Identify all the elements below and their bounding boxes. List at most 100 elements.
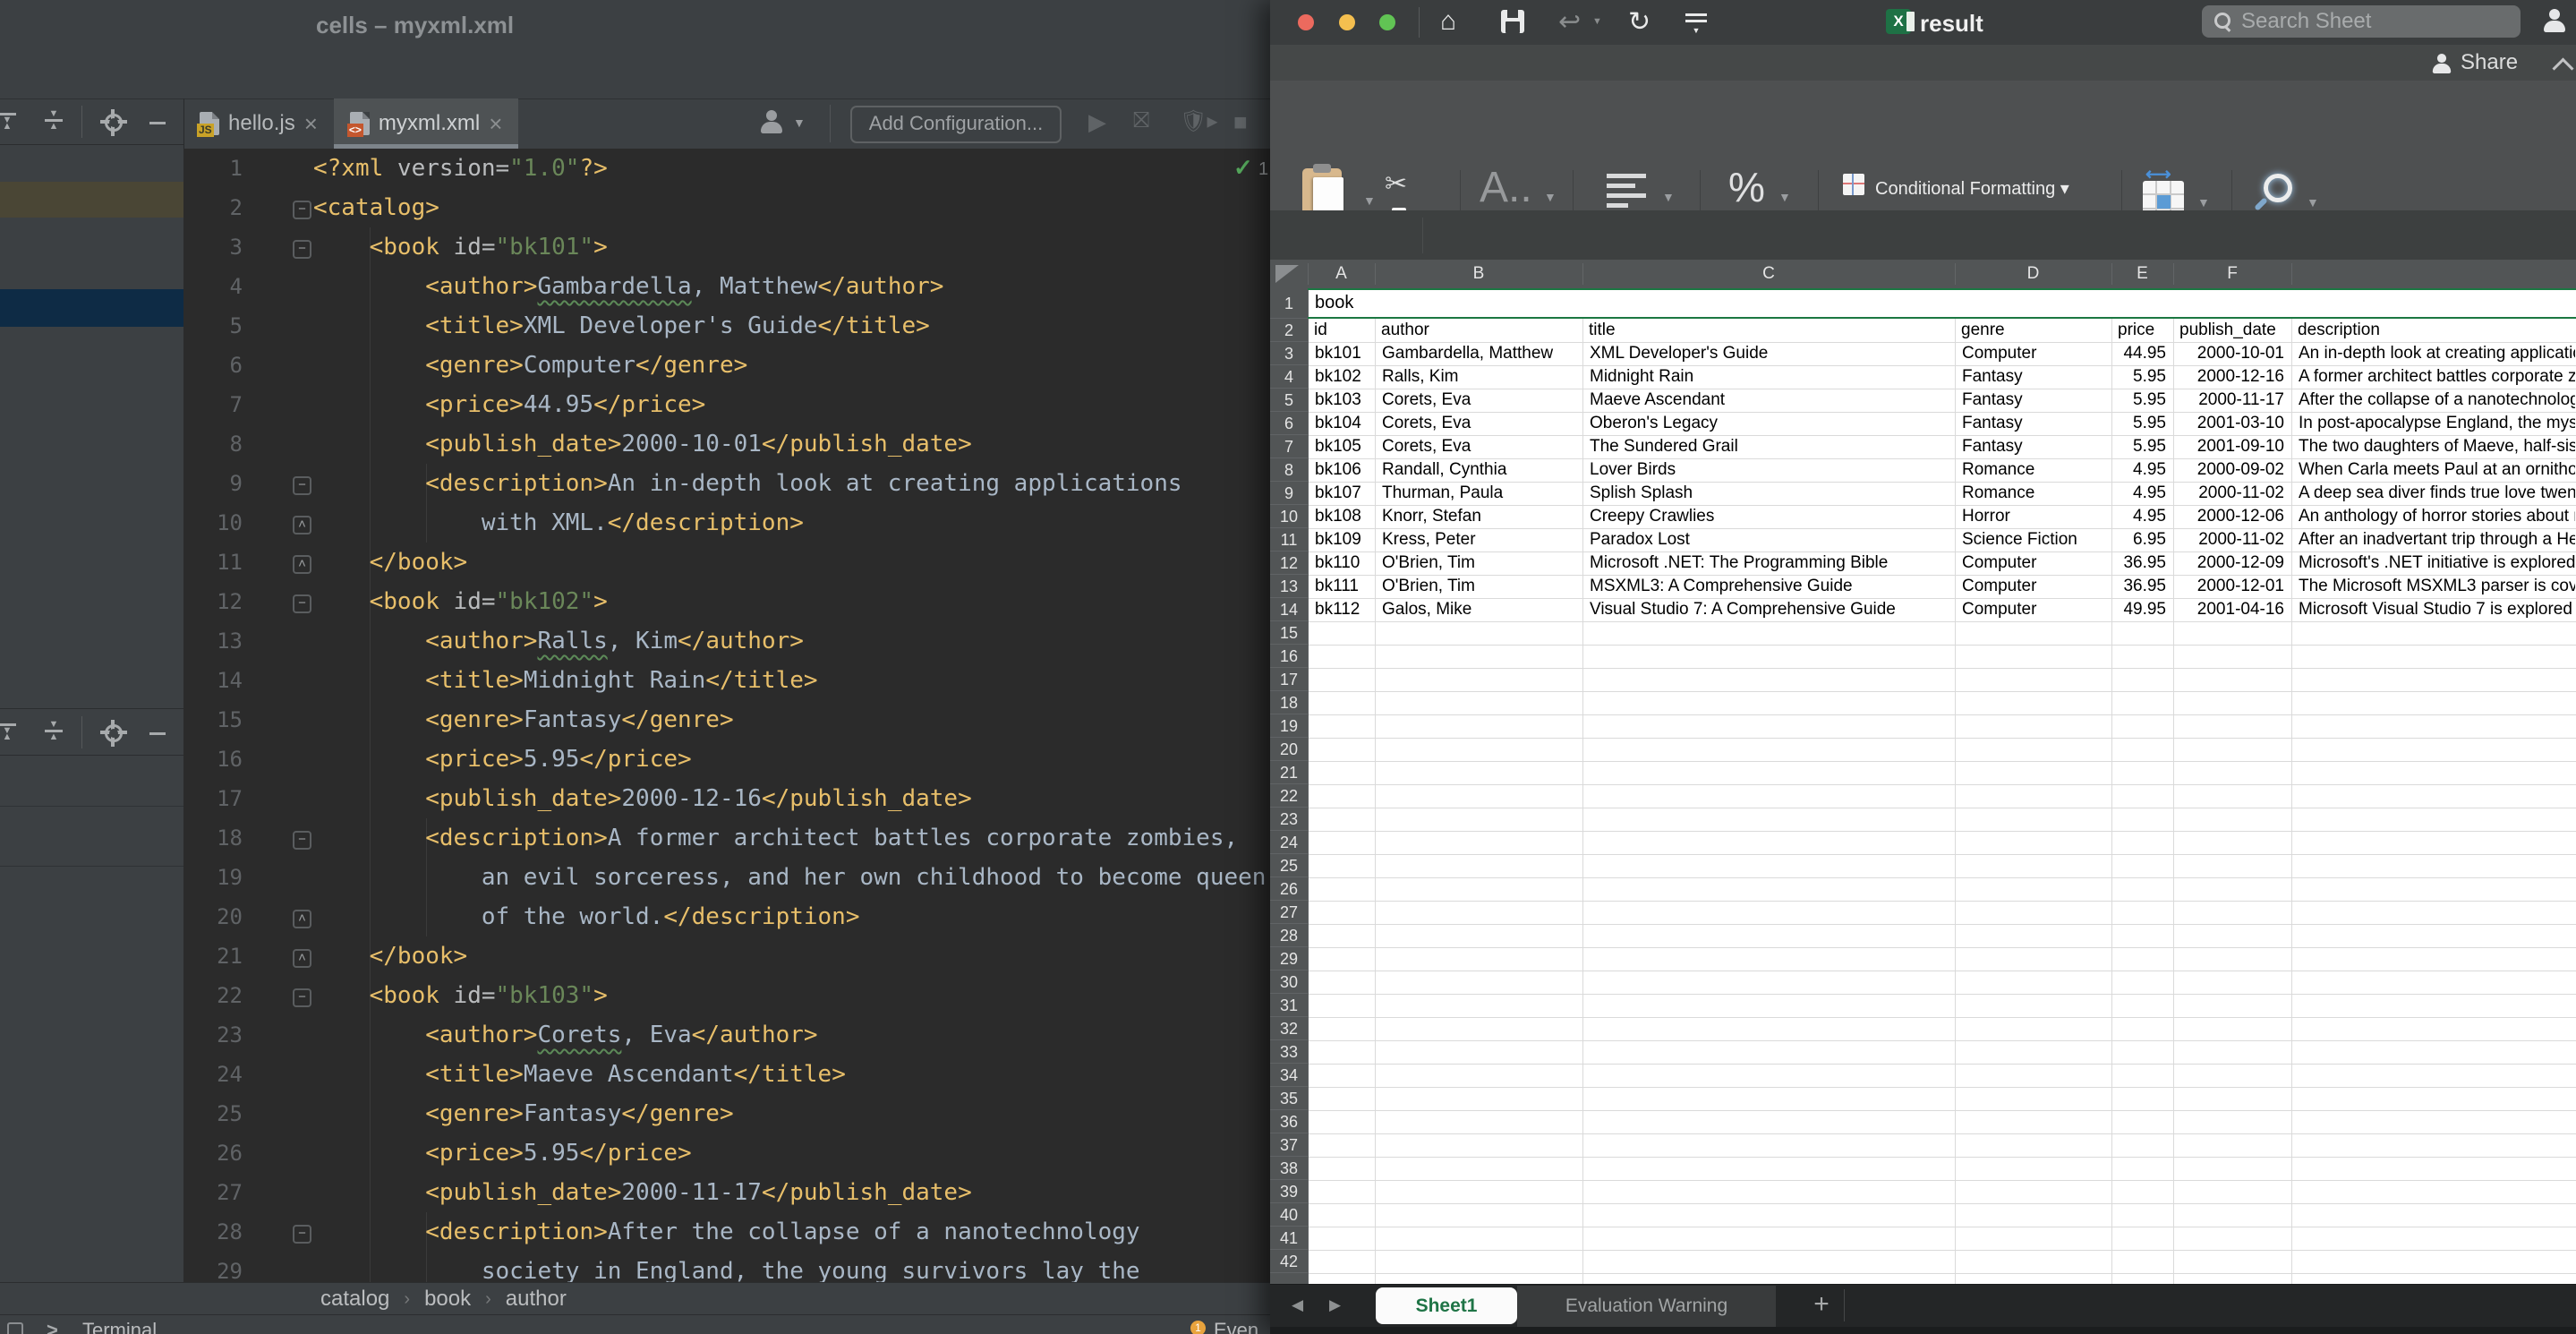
line-number[interactable]: 20 — [183, 897, 243, 936]
minimize-window-icon[interactable] — [1339, 14, 1355, 30]
prev-sheet-icon[interactable]: ◀ — [1292, 1296, 1303, 1314]
number-dropdown-icon[interactable]: ▼ — [1778, 190, 1791, 204]
line-number[interactable]: 2 — [183, 188, 243, 227]
row-header-5[interactable]: 5 — [1270, 389, 1308, 412]
row-header-18[interactable]: 18 — [1270, 691, 1308, 714]
grid-cell[interactable]: XML Developer's Guide — [1583, 342, 1954, 365]
grid-cell[interactable]: 2000-11-02 — [2174, 482, 2290, 505]
grid-cell[interactable]: 2001-03-10 — [2174, 412, 2290, 435]
grid-cell[interactable]: 2001-04-16 — [2174, 598, 2290, 621]
grid-cell-header-author[interactable]: author — [1381, 319, 1580, 342]
select-all-icon[interactable] — [1270, 260, 1308, 288]
collapse-all-icon[interactable]: ▼▲ — [43, 722, 64, 743]
undo-dropdown-icon[interactable]: ▼ — [1592, 16, 1602, 27]
tree-row-selected[interactable] — [0, 289, 183, 327]
code-line[interactable]: <title>XML Developer's Guide</title> — [313, 306, 930, 346]
row-header-19[interactable]: 19 — [1270, 714, 1308, 738]
grid-cell[interactable]: In post-apocalypse England, the mysterio… — [2292, 412, 2575, 435]
alignment-icon[interactable] — [1607, 174, 1646, 213]
grid-cell[interactable]: Fantasy — [1956, 365, 2111, 389]
code-line[interactable]: <author>Corets, Eva</author> — [313, 1015, 818, 1055]
code-line[interactable]: <description>An in-depth look at creatin… — [313, 464, 1182, 503]
grid-cell[interactable]: Knorr, Stefan — [1376, 505, 1582, 528]
grid-cell[interactable]: Corets, Eva — [1376, 389, 1582, 412]
fold-marker[interactable]: ˄ — [293, 555, 311, 574]
row-header-41[interactable]: 41 — [1270, 1227, 1308, 1250]
user-icon[interactable] — [758, 108, 785, 135]
row-header-37[interactable]: 37 — [1270, 1133, 1308, 1157]
grid-cell[interactable]: Horror — [1956, 505, 2111, 528]
expand-all-icon[interactable]: ▼▲ — [0, 722, 18, 743]
column-header-F[interactable]: F — [2173, 260, 2291, 288]
save-icon[interactable] — [1501, 10, 1524, 33]
grid-cell[interactable]: Computer — [1956, 552, 2111, 575]
grid-cell[interactable]: Galos, Mike — [1376, 598, 1582, 621]
row-header-14[interactable]: 14 — [1270, 598, 1308, 621]
breadcrumb-item-book[interactable]: book — [424, 1287, 471, 1312]
code-line[interactable]: <book id="bk103"> — [313, 976, 608, 1015]
grid-cell[interactable]: O'Brien, Tim — [1376, 552, 1582, 575]
run-icon[interactable]: ▶ — [1088, 108, 1106, 136]
grid-cell[interactable]: Creepy Crawlies — [1583, 505, 1954, 528]
row-header-29[interactable]: 29 — [1270, 947, 1308, 971]
grid-cell[interactable]: 4.95 — [2112, 482, 2172, 505]
grid-cell[interactable]: 2000-11-02 — [2174, 528, 2290, 552]
row-header-39[interactable]: 39 — [1270, 1180, 1308, 1203]
grid-cell[interactable]: bk107 — [1309, 482, 1374, 505]
code-line[interactable]: <book id="bk102"> — [313, 582, 608, 621]
line-number[interactable]: 19 — [183, 858, 243, 897]
breadcrumb-item-catalog[interactable]: catalog — [320, 1287, 389, 1312]
grid-cell[interactable]: bk102 — [1309, 365, 1374, 389]
grid-cell[interactable]: 36.95 — [2112, 552, 2172, 575]
grid-cell[interactable]: bk103 — [1309, 389, 1374, 412]
grid-cell[interactable]: When Carla meets Paul at an ornithology … — [2292, 458, 2575, 482]
row-header-16[interactable]: 16 — [1270, 645, 1308, 668]
undo-icon[interactable]: ↩ — [1558, 6, 1581, 38]
code-line[interactable]: <book id="bk101"> — [313, 227, 608, 267]
line-number[interactable]: 5 — [183, 306, 243, 346]
code-line[interactable]: <genre>Computer</genre> — [313, 346, 747, 385]
grid-cell[interactable]: bk104 — [1309, 412, 1374, 435]
hide-icon[interactable] — [149, 122, 166, 124]
row-header-38[interactable]: 38 — [1270, 1157, 1308, 1180]
editor-tab-myxml-xml[interactable]: <>myxml.xml× — [334, 98, 519, 149]
grid-cell[interactable]: 49.95 — [2112, 598, 2172, 621]
grid-cell[interactable]: 2000-12-16 — [2174, 365, 2290, 389]
grid-cell[interactable]: Fantasy — [1956, 412, 2111, 435]
row-header-33[interactable]: 33 — [1270, 1040, 1308, 1064]
debug-icon[interactable]: ⛝ — [1133, 108, 1149, 133]
code-line[interactable]: </book> — [313, 936, 467, 976]
hide-icon[interactable] — [149, 732, 166, 735]
grid-cell[interactable]: Microsoft Visual Studio 7 is explored in… — [2292, 598, 2575, 621]
row-header-31[interactable]: 31 — [1270, 994, 1308, 1017]
row-header-26[interactable]: 26 — [1270, 877, 1308, 901]
grid-cell-header-publish_date[interactable]: publish_date — [2179, 319, 2289, 342]
code-line[interactable]: <price>5.95</price> — [313, 740, 692, 779]
close-window-icon[interactable] — [1298, 14, 1314, 30]
line-number[interactable]: 9 — [183, 464, 243, 503]
grid-cell[interactable]: Maeve Ascendant — [1583, 389, 1954, 412]
row-header-6[interactable]: 6 — [1270, 412, 1308, 435]
row-header-20[interactable]: 20 — [1270, 738, 1308, 761]
grid-cell-header-title[interactable]: title — [1589, 319, 1952, 342]
grid-cell[interactable]: Science Fiction — [1956, 528, 2111, 552]
line-number[interactable]: 7 — [183, 385, 243, 424]
line-number[interactable]: 16 — [183, 740, 243, 779]
alignment-dropdown-icon[interactable]: ▼ — [1662, 190, 1675, 204]
grid-cell[interactable]: Gambardella, Matthew — [1376, 342, 1582, 365]
maximize-window-icon[interactable] — [1379, 14, 1395, 30]
grid-cell[interactable]: 2000-10-01 — [2174, 342, 2290, 365]
row-header-30[interactable]: 30 — [1270, 971, 1308, 994]
row-header-4[interactable]: 4 — [1270, 365, 1308, 389]
grid-cell[interactable]: Corets, Eva — [1376, 435, 1582, 458]
grid-cell[interactable]: Computer — [1956, 342, 2111, 365]
row-header-23[interactable]: 23 — [1270, 808, 1308, 831]
gear-icon[interactable] — [105, 724, 123, 742]
grid-cell[interactable]: A deep sea diver finds true love twenty … — [2292, 482, 2575, 505]
line-number[interactable]: 25 — [183, 1094, 243, 1133]
grid-cell[interactable]: 5.95 — [2112, 412, 2172, 435]
editor-tab-hello-js[interactable]: JShello.js× — [183, 98, 334, 149]
grid-cell[interactable]: O'Brien, Tim — [1376, 575, 1582, 598]
stop-icon[interactable]: ■ — [1233, 108, 1248, 136]
line-number[interactable]: 1 — [183, 149, 243, 188]
